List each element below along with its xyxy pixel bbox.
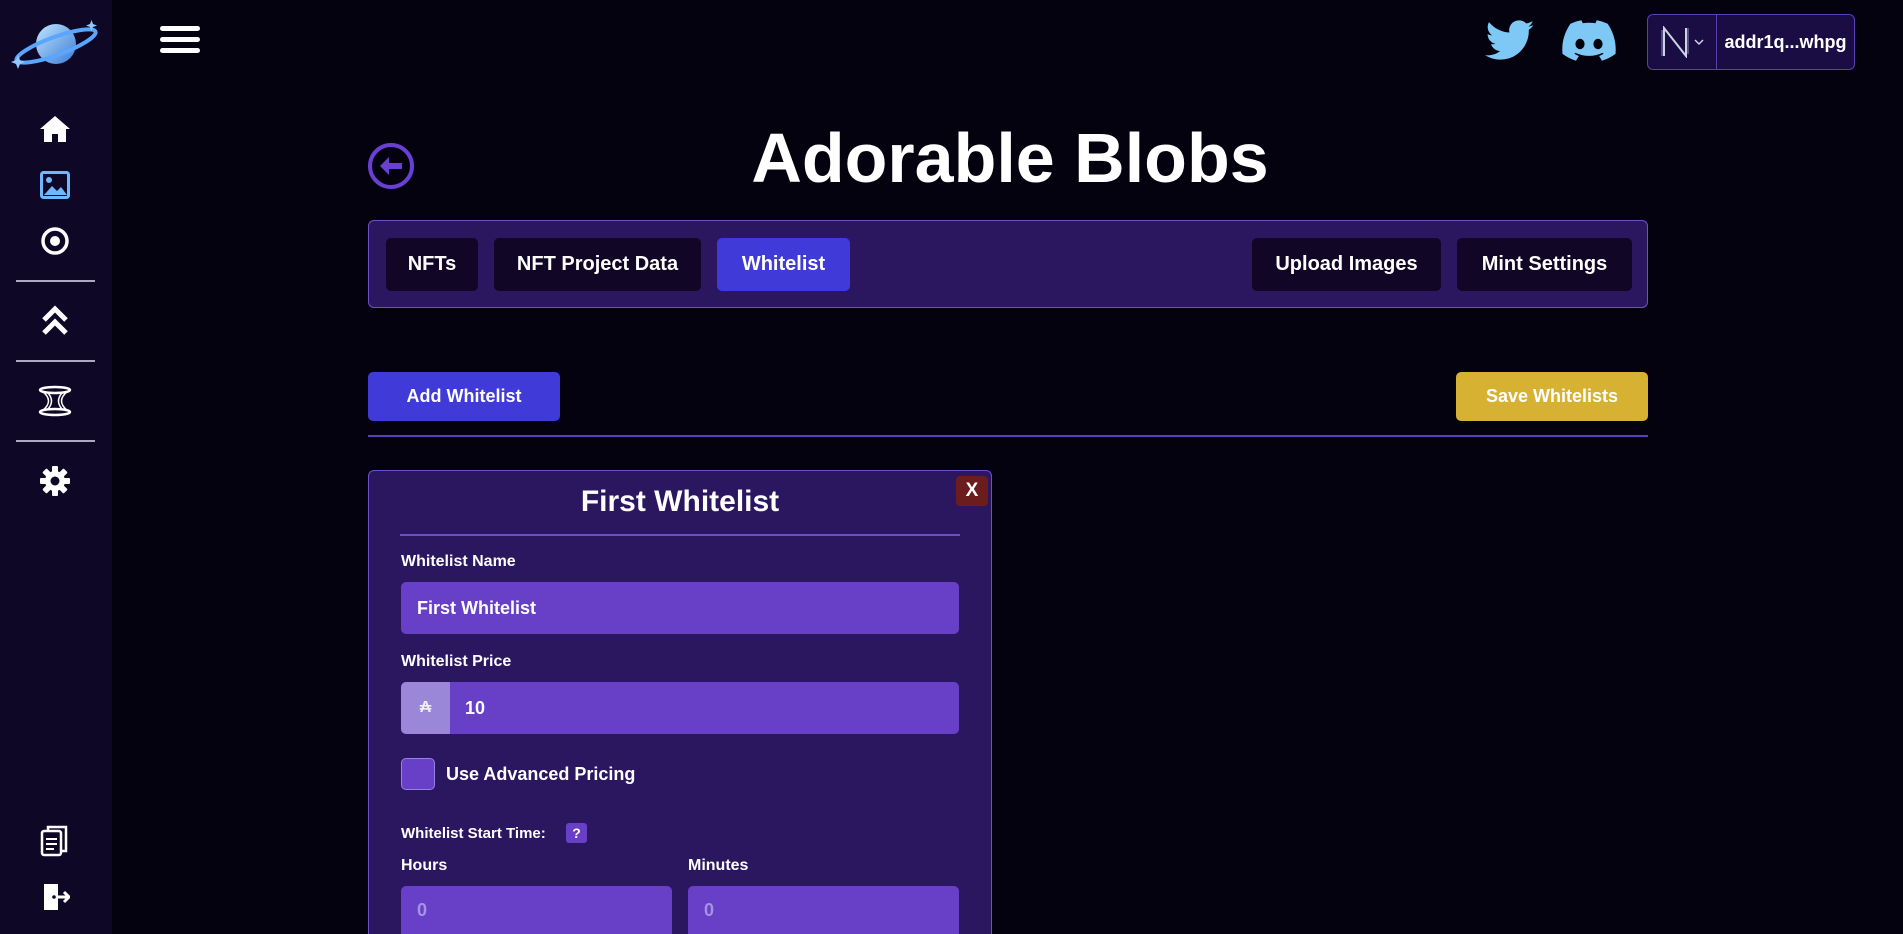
advanced-pricing-label: Use Advanced Pricing (446, 764, 636, 784)
minutes-input[interactable]: 0 (688, 886, 959, 934)
add-whitelist-button[interactable]: Add Whitelist (368, 372, 560, 421)
help-icon[interactable]: ? (566, 823, 587, 843)
arrow-left-icon (380, 157, 402, 175)
minutes-label: Minutes (688, 857, 749, 874)
twitter-icon[interactable] (1485, 20, 1535, 62)
logout-icon[interactable] (36, 878, 74, 916)
tab-nfts[interactable]: NFTs (386, 238, 478, 291)
hourglass-icon[interactable] (36, 382, 74, 420)
sidebar-divider (16, 440, 95, 442)
wallet-selector[interactable] (1648, 15, 1717, 69)
tab-mint-settings[interactable]: Mint Settings (1457, 238, 1632, 291)
tab-whitelist[interactable]: Whitelist (717, 238, 850, 291)
sidebar-divider (16, 360, 95, 362)
sidebar (0, 0, 112, 934)
chevron-down-icon (1694, 39, 1704, 46)
target-icon[interactable] (36, 222, 74, 260)
card-divider (400, 534, 960, 536)
whitelist-name-label: Whitelist Name (401, 553, 516, 570)
tab-bar: NFTs NFT Project Data Whitelist Upload I… (368, 220, 1648, 308)
tab-upload-images[interactable]: Upload Images (1252, 238, 1441, 291)
wallet-button[interactable]: addr1q...whpg (1647, 14, 1855, 70)
back-button[interactable] (368, 143, 414, 189)
wallet-icon (1661, 26, 1689, 58)
ada-currency-icon: ₳ (401, 682, 450, 734)
page-title: Adorable Blobs (751, 119, 1269, 197)
gear-icon[interactable] (36, 462, 74, 500)
hours-label: Hours (401, 857, 448, 874)
hours-input[interactable]: 0 (401, 886, 672, 934)
menu-icon[interactable] (160, 26, 200, 58)
whitelist-price-label: Whitelist Price (401, 653, 512, 670)
wallet-address: addr1q...whpg (1724, 31, 1847, 52)
tab-nft-project-data[interactable]: NFT Project Data (494, 238, 701, 291)
chevrons-up-icon[interactable] (36, 302, 74, 340)
whitelist-price-input[interactable]: 10 (401, 682, 959, 734)
whitelist-name-input[interactable]: First Whitelist (401, 582, 959, 634)
discord-icon[interactable] (1562, 20, 1616, 64)
home-icon[interactable] (36, 110, 74, 148)
image-icon[interactable] (36, 166, 74, 204)
planet-logo-icon[interactable] (10, 16, 102, 76)
documents-icon[interactable] (36, 822, 74, 860)
advanced-pricing-checkbox[interactable] (401, 758, 435, 790)
section-divider (368, 435, 1648, 437)
save-whitelists-button[interactable]: Save Whitelists (1456, 372, 1648, 421)
whitelist-card-title: First Whitelist (580, 485, 780, 518)
sidebar-divider (16, 280, 95, 282)
start-time-label: Whitelist Start Time: (401, 825, 546, 842)
